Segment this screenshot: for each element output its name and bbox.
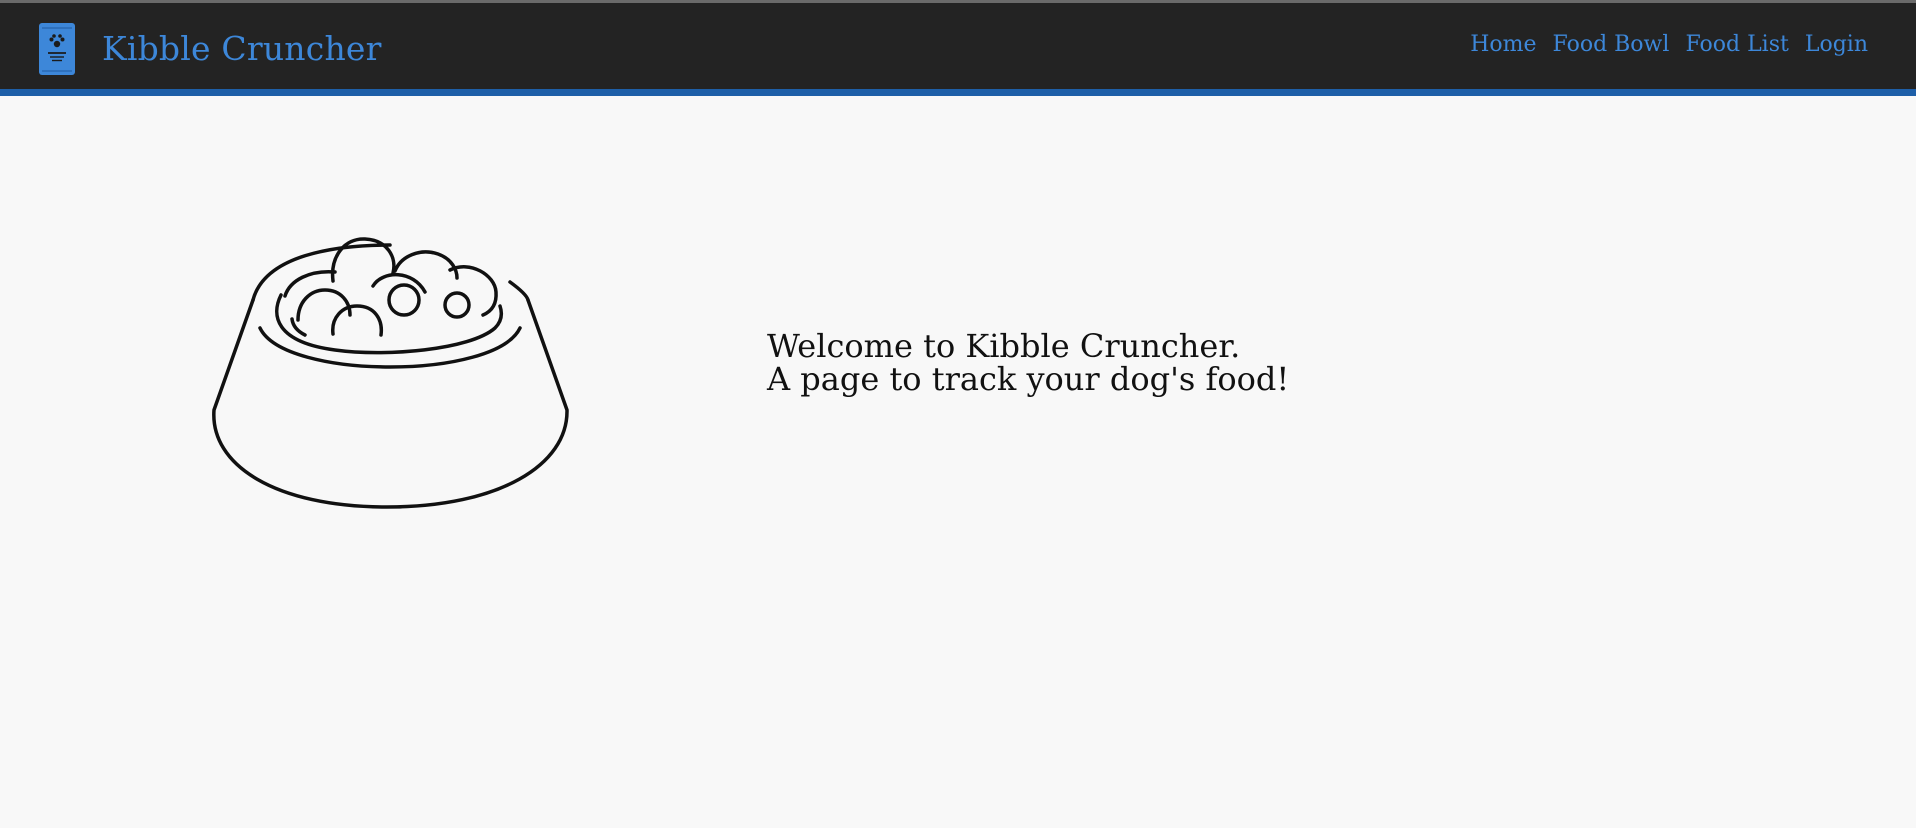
- navbar: Kibble Cruncher Home Food Bowl Food List…: [0, 3, 1916, 89]
- brand-link[interactable]: Kibble Cruncher: [38, 20, 382, 76]
- nav-link-food-list[interactable]: Food List: [1685, 32, 1788, 57]
- nav-links: Home Food Bowl Food List Login: [1470, 32, 1868, 57]
- brand-title: Kibble Cruncher: [102, 28, 382, 68]
- nav-link-food-bowl[interactable]: Food Bowl: [1553, 32, 1670, 57]
- dog-food-bowl-icon: [212, 237, 569, 509]
- navbar-accent-bar: [0, 89, 1916, 96]
- welcome-line-2: A page to track your dog's food!: [767, 360, 1290, 398]
- welcome-message: Welcome to Kibble Cruncher. A page to tr…: [767, 330, 1289, 396]
- nav-link-login[interactable]: Login: [1805, 32, 1868, 57]
- welcome-line-1: Welcome to Kibble Cruncher.: [767, 327, 1241, 365]
- nav-link-home[interactable]: Home: [1470, 32, 1536, 57]
- dog-food-bag-icon: [39, 23, 75, 75]
